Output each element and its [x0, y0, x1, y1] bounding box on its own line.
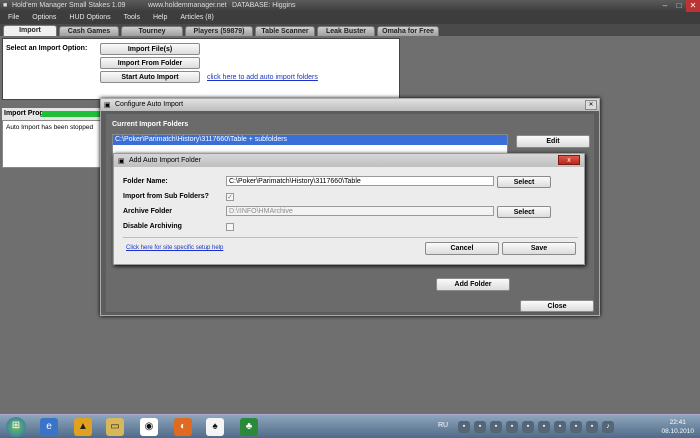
start-button-icon[interactable]: ⊞	[6, 417, 26, 437]
browser-icon[interactable]: e	[40, 418, 58, 436]
configure-close-icon[interactable]: ✕	[585, 100, 597, 110]
archive-folder-label: Archive Folder	[123, 208, 173, 215]
menu-hud-options[interactable]: HUD Options	[69, 12, 110, 24]
save-button[interactable]: Save	[502, 242, 576, 255]
tab-bar: Import Cash Games Tourney Players (59879…	[0, 24, 700, 36]
menu-articles[interactable]: Articles (8)	[180, 12, 213, 24]
tab-tourney[interactable]: Tourney	[121, 26, 183, 36]
menu-tools[interactable]: Tools	[124, 12, 140, 24]
menu-bar: File Options HUD Options Tools Help Arti…	[0, 12, 700, 24]
menu-help[interactable]: Help	[153, 12, 167, 24]
add-auto-import-link[interactable]: click here to add auto import folders	[207, 74, 318, 81]
tab-cash-games[interactable]: Cash Games	[59, 26, 119, 36]
archive-folder-field[interactable]: D:\!INFO\HMArchive	[226, 206, 494, 216]
dialog-app-icon: ▣	[118, 158, 125, 165]
tab-players[interactable]: Players (59879)	[185, 26, 253, 36]
tab-import[interactable]: Import	[3, 25, 57, 36]
network-icon[interactable]: ▪	[586, 421, 598, 433]
folder-name-field[interactable]: C:\Poker\Parimatch\History\3117660\Table	[226, 176, 494, 186]
tray-icon[interactable]: ▪	[506, 421, 518, 433]
add-auto-import-folder-dialog: Add Auto Import Folder ▣ x Folder Name: …	[113, 153, 585, 265]
menu-file[interactable]: File	[8, 12, 19, 24]
add-dialog-close-icon[interactable]: x	[558, 155, 580, 165]
tab-table-scanner[interactable]: Table Scanner	[255, 26, 315, 36]
media-player-icon[interactable]: ▲	[74, 418, 92, 436]
import-folder-button[interactable]: Import From Folder	[100, 57, 200, 69]
holdem-manager-icon[interactable]: ♣	[240, 418, 258, 436]
divider	[123, 237, 578, 238]
volume-icon[interactable]: ♪	[602, 421, 614, 433]
maximize-icon[interactable]: □	[672, 0, 686, 12]
minimize-icon[interactable]: –	[658, 0, 672, 12]
configure-dialog-title: Configure Auto Import	[101, 99, 599, 111]
clock-date: 08.10.2010	[661, 428, 694, 435]
taskbar: ⊞ e ▲ ▭ ◉ ◐ ♠ ♣ RU ▪ ▪ ▪ ▪ ▪ ▪ ▪ ▪ ▪ ♪ 2…	[0, 414, 700, 438]
clock-time: 22:41	[669, 419, 686, 426]
tray-icon[interactable]: ▪	[554, 421, 566, 433]
folder-name-label: Folder Name:	[123, 178, 168, 185]
dialog-app-icon: ▣	[104, 102, 111, 109]
tray-icon[interactable]: ▪	[490, 421, 502, 433]
tab-omaha-for-free[interactable]: Omaha for Free	[377, 26, 439, 36]
close-icon[interactable]: ✕	[686, 0, 700, 12]
disable-archiving-label: Disable Archiving	[123, 223, 182, 230]
tray-icon[interactable]: ▪	[474, 421, 486, 433]
cancel-button[interactable]: Cancel	[425, 242, 499, 255]
setup-help-link[interactable]: Click here for site specific setup help	[126, 245, 223, 251]
archive-select-button[interactable]: Select	[497, 206, 551, 218]
tray-icon[interactable]: ▪	[522, 421, 534, 433]
import-log: Auto Import has been stopped	[2, 120, 112, 168]
subfolders-label: Import from Sub Folders?	[123, 193, 209, 200]
edit-button[interactable]: Edit	[516, 135, 590, 148]
current-folders-label: Current Import Folders	[112, 121, 189, 128]
disable-archiving-checkbox[interactable]	[226, 223, 234, 231]
clock[interactable]: 22:41 08.10.2010	[661, 418, 694, 436]
import-option-label: Select an Import Option:	[6, 45, 88, 52]
app-title: Hold'em Manager Small Stakes 1.09	[12, 2, 126, 9]
folder-icon[interactable]: ▭	[106, 418, 124, 436]
start-auto-import-button[interactable]: Start Auto Import	[100, 71, 200, 83]
close-button[interactable]: Close	[520, 300, 594, 312]
language-indicator[interactable]: RU	[438, 422, 448, 429]
firefox-icon[interactable]: ◐	[174, 418, 192, 436]
tab-leak-buster[interactable]: Leak Buster	[317, 26, 375, 36]
tray-icon[interactable]: ▪	[570, 421, 582, 433]
app-icon: ■	[3, 2, 8, 9]
database-name: DATABASE: Higgins	[232, 2, 296, 9]
poker-client-icon[interactable]: ◉	[140, 418, 158, 436]
import-files-button[interactable]: Import File(s)	[100, 43, 200, 55]
app-titlebar: ■ Hold'em Manager Small Stakes 1.09 www.…	[0, 0, 700, 12]
menu-options[interactable]: Options	[32, 12, 56, 24]
add-dialog-title: Add Auto Import Folder	[114, 154, 584, 167]
window-controls: – □ ✕	[658, 0, 700, 12]
import-options-panel: Select an Import Option: Import File(s) …	[2, 38, 400, 100]
tray-icon[interactable]: ▪	[538, 421, 550, 433]
subfolders-checkbox[interactable]: ✓	[226, 193, 234, 201]
add-folder-button[interactable]: Add Folder	[436, 278, 510, 291]
site-url: www.holdemmanager.net	[148, 2, 227, 9]
list-item[interactable]: C:\Poker\Parimatch\History\3117660\Table…	[113, 135, 507, 145]
spade-card-icon[interactable]: ♠	[206, 418, 224, 436]
tray-icon[interactable]: ▪	[458, 421, 470, 433]
folder-select-button[interactable]: Select	[497, 176, 551, 188]
